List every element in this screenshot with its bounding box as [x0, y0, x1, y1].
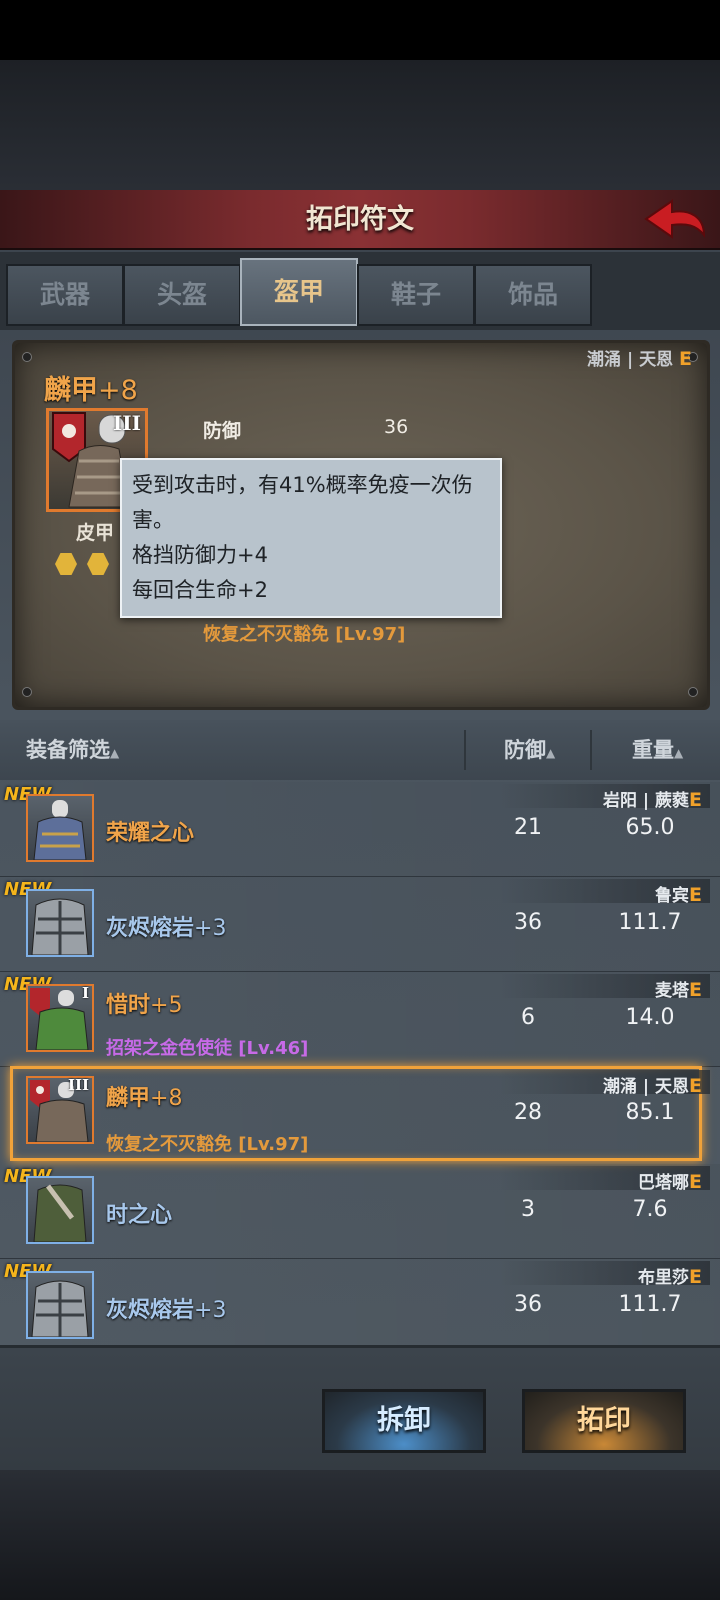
row-set-name: 潮涌 | 天恩E: [602, 1075, 702, 1097]
weight-value: 65.0: [625, 815, 675, 840]
tab-helmet[interactable]: 头盔: [123, 264, 241, 326]
defense-value: 36: [514, 910, 542, 935]
item-name: 灰烬熔岩+3: [106, 1298, 227, 1323]
title-bar: 拓印符文: [0, 190, 720, 250]
weight-value: 85.1: [625, 1100, 675, 1125]
row-set-name: 布里莎E: [638, 1266, 702, 1288]
armor-thumbnail-icon: [26, 1271, 94, 1339]
divider: [590, 730, 592, 770]
item-name: 惜时+5: [106, 993, 183, 1018]
page-title: 拓印符文: [306, 204, 414, 235]
item-rune: 招架之金色使徒 [Lv.46]: [106, 1038, 309, 1059]
category-tabs: 武器 头盔 盔甲 鞋子 饰品: [0, 252, 720, 330]
back-arrow-icon[interactable]: [642, 195, 708, 245]
row-set-name: 鲁宾E: [655, 884, 702, 906]
divider: [464, 730, 466, 770]
tooltip-line: 格挡防御力+4: [132, 543, 268, 567]
pin-icon: [22, 352, 32, 362]
defense-value: 28: [514, 1100, 542, 1125]
tab-shoes[interactable]: 鞋子: [357, 264, 475, 326]
detail-rune: 恢复之不灭豁免 [Lv.97]: [203, 624, 406, 645]
item-rune: 恢复之不灭豁免 [Lv.97]: [106, 1134, 309, 1155]
weight-value: 111.7: [618, 910, 682, 935]
tier-badge: I: [81, 984, 89, 1002]
armor-thumbnail-icon: [26, 889, 94, 957]
detail-item-name: 麟甲+8: [44, 375, 138, 406]
stat-value: 36: [384, 416, 409, 438]
item-name: 灰烬熔岩+3: [106, 916, 227, 941]
sort-arrow-icon: ▲: [546, 746, 556, 760]
item-name: 荣耀之心: [106, 821, 195, 846]
armor-thumbnail-icon: [26, 1176, 94, 1244]
armor-thumbnail-icon: I: [26, 984, 94, 1052]
background-bottom: [0, 1470, 720, 1600]
tier-badge: III: [112, 411, 141, 435]
status-bar-area: [0, 0, 720, 60]
defense-value: 36: [514, 1292, 542, 1317]
row-set-name: 岩阳 | 蕨蕤E: [602, 789, 702, 811]
detail-item-type: 皮甲: [76, 522, 115, 544]
defense-value: 3: [521, 1197, 535, 1222]
tooltip-line: 受到攻击时，有41%概率免疫一次伤害。: [132, 473, 473, 532]
weight-value: 14.0: [625, 1005, 675, 1030]
sort-arrow-icon: ▲: [110, 746, 120, 760]
tier-badge: III: [67, 1076, 89, 1094]
rune-tooltip: 受到攻击时，有41%概率免疫一次伤害。 格挡防御力+4 每回合生命+2: [120, 458, 502, 618]
dismantle-button[interactable]: 拆卸: [322, 1389, 486, 1453]
equipment-filter-button[interactable]: 装备筛选▲: [26, 734, 119, 764]
weight-value: 7.6: [632, 1197, 668, 1222]
pin-icon: [688, 687, 698, 697]
sort-arrow-icon: ▲: [674, 746, 684, 760]
weight-value: 111.7: [618, 1292, 682, 1317]
stat-label: 防御: [203, 420, 242, 442]
defense-value: 6: [521, 1005, 535, 1030]
sort-weight-button[interactable]: 重量▲: [632, 734, 683, 764]
defense-value: 21: [514, 815, 542, 840]
pin-icon: [22, 687, 32, 697]
tab-accessory[interactable]: 饰品: [474, 264, 592, 326]
tab-weapon[interactable]: 武器: [6, 264, 124, 326]
tab-armor[interactable]: 盔甲: [240, 258, 358, 326]
sort-defense-button[interactable]: 防御▲: [504, 734, 555, 764]
row-set-name: 巴塔哪E: [638, 1171, 702, 1193]
background-top: [0, 60, 720, 190]
armor-thumbnail-icon: [26, 794, 94, 862]
item-name: 麟甲+8: [106, 1086, 183, 1111]
tooltip-line: 每回合生命+2: [132, 578, 268, 602]
row-set-name: 麦塔E: [655, 979, 702, 1001]
imprint-button[interactable]: 拓印: [522, 1389, 686, 1453]
detail-set-name: 潮涌 | 天恩 E: [587, 348, 692, 370]
armor-thumbnail-icon: III: [26, 1076, 94, 1144]
item-name: 时之心: [106, 1203, 173, 1228]
